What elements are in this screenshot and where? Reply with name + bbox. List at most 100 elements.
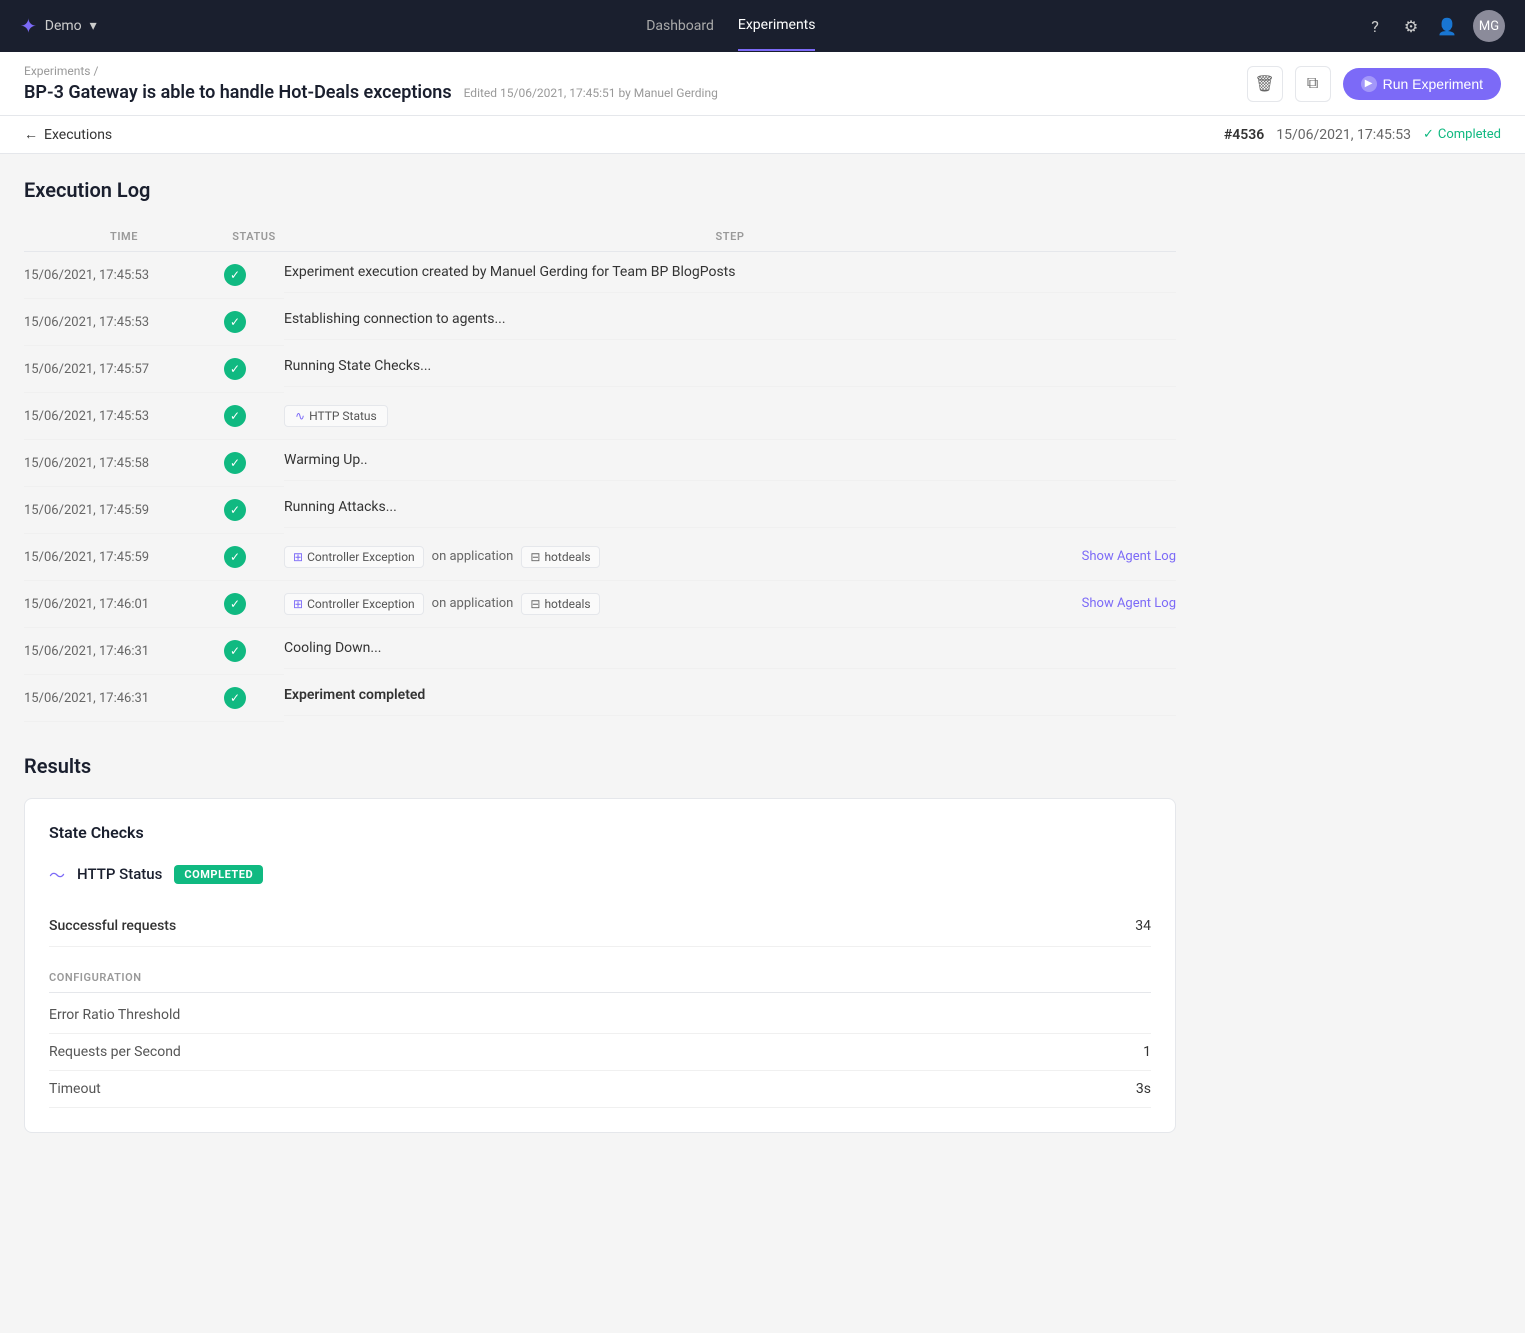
log-row: 15/06/2021, 17:46:31✓Experiment complete… (24, 675, 1176, 722)
app-icon: ⊟ (530, 550, 540, 564)
col-header-time: TIME (24, 222, 224, 252)
log-step-cell: Experiment execution created by Manuel G… (284, 252, 1176, 293)
page-header: Experiments / BP-3 Gateway is able to ha… (0, 52, 1525, 116)
app-name-tag: ⊟ hotdeals (521, 546, 599, 568)
log-status-cell: ✓ (224, 299, 284, 346)
http-status-label: HTTP Status (77, 865, 162, 883)
status-label: Completed (1438, 127, 1501, 142)
page-title: BP-3 Gateway is able to handle Hot-Deals… (24, 82, 452, 103)
nav-experiments[interactable]: Experiments (738, 1, 816, 51)
execution-status: ✓ Completed (1423, 127, 1501, 142)
on-application-label: on application (432, 596, 514, 611)
check-circle-icon: ✓ (224, 499, 246, 521)
delete-button[interactable]: 🗑 (1247, 66, 1283, 102)
log-step-cell: ∿ HTTP Status (284, 393, 1176, 440)
show-agent-log-link[interactable]: Show Agent Log (1082, 596, 1176, 611)
step-text: Running State Checks... (284, 358, 431, 374)
successful-requests-label: Successful requests (49, 918, 176, 934)
state-checks-title: State Checks (49, 823, 1151, 842)
check-circle-icon: ✓ (224, 640, 246, 662)
config-section: CONFIGURATION Error Ratio Threshold Reque… (49, 963, 1151, 1108)
config-header: CONFIGURATION (49, 963, 1151, 993)
log-row: 15/06/2021, 17:45:59✓Running Attacks... (24, 487, 1176, 534)
log-row: 15/06/2021, 17:45:58✓ Warming Up.. (24, 440, 1176, 487)
log-row: 15/06/2021, 17:45:53✓ Establishing connec… (24, 299, 1176, 346)
nav-left: ✦ Demo ▾ (20, 14, 97, 38)
config-label: Requests per Second (49, 1044, 181, 1060)
log-time-cell: 15/06/2021, 17:45:53 (24, 393, 224, 440)
results-card: State Checks 〜 HTTP Status COMPLETED Suc… (24, 798, 1176, 1133)
logo-icon: ✦ (20, 14, 37, 38)
log-time-cell: 15/06/2021, 17:46:01 (24, 581, 224, 628)
col-header-step: STEP (284, 222, 1176, 252)
results-title: Results (24, 754, 1176, 778)
config-row: Requests per Second 1 (49, 1034, 1151, 1071)
run-experiment-button[interactable]: ▶ Run Experiment (1343, 68, 1501, 100)
log-time-cell: 15/06/2021, 17:45:58 (24, 440, 224, 487)
log-step-cell: Running Attacks... (284, 487, 1176, 528)
http-status-icon: 〜 (49, 862, 65, 886)
execution-info: #4536 15/06/2021, 17:45:53 ✓ Completed (1224, 127, 1501, 143)
log-status-cell: ✓ (224, 346, 284, 393)
workspace-dropdown-icon[interactable]: ▾ (90, 18, 97, 34)
config-label: Error Ratio Threshold (49, 1007, 180, 1023)
log-status-cell: ✓ (224, 534, 284, 581)
header-actions: 🗑 ⧉ ▶ Run Experiment (1247, 66, 1501, 102)
log-row: 15/06/2021, 17:45:57✓ Running State Check… (24, 346, 1176, 393)
nav-right: ? ⚙ 👤 MG (1365, 10, 1505, 42)
workspace-label[interactable]: Demo (45, 18, 82, 34)
log-step-cell: ⊞ Controller Exceptionon application⊟ ho… (284, 534, 1176, 581)
log-status-cell: ✓ (224, 440, 284, 487)
settings-icon[interactable]: ⚙ (1401, 16, 1421, 36)
breadcrumb-separator: / (93, 64, 98, 78)
log-row: 15/06/2021, 17:45:53✓∿ HTTP Status (24, 393, 1176, 440)
http-status-tag: ∿ HTTP Status (284, 405, 388, 427)
page-meta: Edited 15/06/2021, 17:45:51 by Manuel Ge… (464, 86, 718, 100)
log-step-cell: Cooling Down... (284, 628, 1176, 669)
back-to-executions[interactable]: ← Executions (24, 126, 112, 143)
log-status-cell: ✓ (224, 628, 284, 675)
check-circle-icon: ✓ (224, 358, 246, 380)
tag-icon: ⊞ (293, 597, 303, 611)
log-row: 15/06/2021, 17:45:53✓Experiment executio… (24, 252, 1176, 299)
execution-log-section: Execution Log TIME STATUS STEP 15/06/202… (24, 178, 1176, 722)
run-experiment-label: Run Experiment (1383, 76, 1483, 92)
log-time-cell: 15/06/2021, 17:45:53 (24, 299, 224, 346)
log-step-cell: Running State Checks... (284, 346, 1176, 387)
execution-log-table: TIME STATUS STEP 15/06/2021, 17:45:53✓Ex… (24, 222, 1176, 722)
nav-dashboard[interactable]: Dashboard (646, 2, 714, 50)
check-circle-icon: ✓ (224, 452, 246, 474)
log-step-cell: Establishing connection to agents... (284, 299, 1176, 340)
avatar[interactable]: MG (1473, 10, 1505, 42)
play-icon: ▶ (1361, 76, 1377, 92)
controller-exception-tag: ⊞ Controller Exception (284, 546, 424, 568)
step-text: Cooling Down... (284, 640, 381, 656)
check-circle-icon: ✓ (224, 311, 246, 333)
step-text: Warming Up.. (284, 452, 368, 468)
log-row: 15/06/2021, 17:46:01✓⊞ Controller Except… (24, 581, 1176, 628)
top-navigation: ✦ Demo ▾ Dashboard Experiments ? ⚙ 👤 MG (0, 0, 1525, 52)
check-circle-icon: ✓ (224, 264, 246, 286)
copy-button[interactable]: ⧉ (1295, 66, 1331, 102)
help-icon[interactable]: ? (1365, 16, 1385, 36)
successful-requests-row: Successful requests 34 (49, 906, 1151, 947)
config-row: Timeout3s (49, 1071, 1151, 1108)
check-icon: ✓ (1423, 127, 1434, 142)
log-status-cell: ✓ (224, 487, 284, 534)
log-time-cell: 15/06/2021, 17:45:57 (24, 346, 224, 393)
show-agent-log-link[interactable]: Show Agent Log (1082, 549, 1176, 564)
check-circle-icon: ✓ (224, 687, 246, 709)
user-icon[interactable]: 👤 (1437, 16, 1457, 36)
app-name-tag: ⊟ hotdeals (521, 593, 599, 615)
results-section: Results State Checks 〜 HTTP Status COMPL… (24, 754, 1176, 1133)
log-time-cell: 15/06/2021, 17:46:31 (24, 628, 224, 675)
back-arrow-icon: ← (24, 126, 38, 143)
log-row: 15/06/2021, 17:45:59✓⊞ Controller Except… (24, 534, 1176, 581)
breadcrumb-parent[interactable]: Experiments (24, 64, 91, 78)
col-header-status: STATUS (224, 222, 284, 252)
successful-requests-value: 34 (1135, 918, 1151, 934)
step-text: Establishing connection to agents... (284, 311, 506, 327)
check-circle-icon: ✓ (224, 546, 246, 568)
breadcrumb[interactable]: Experiments / (24, 64, 718, 78)
config-value: 1 (1143, 1044, 1151, 1060)
